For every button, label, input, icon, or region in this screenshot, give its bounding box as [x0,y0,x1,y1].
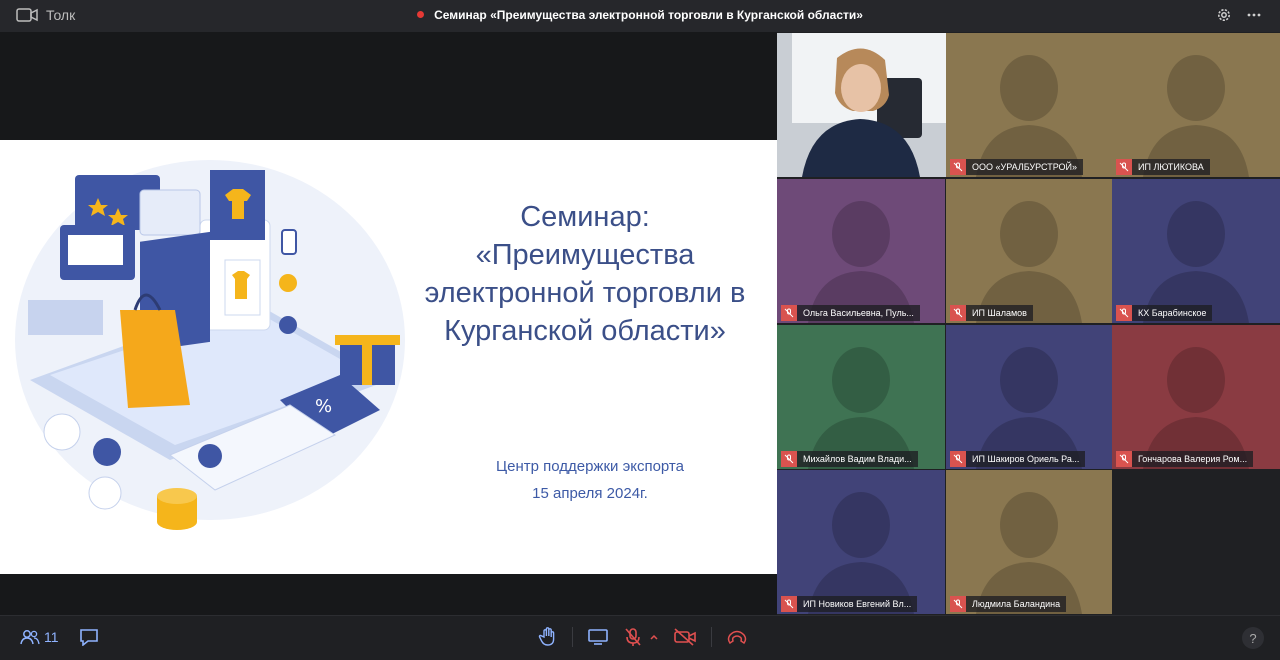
more-options-icon[interactable] [1246,7,1262,23]
chat-icon[interactable] [79,628,99,646]
participant-tile[interactable]: Ольга Васильевна, Пуль... [777,179,945,323]
camera-off-icon[interactable] [673,628,697,646]
bottom-control-bar: 11 ? [0,615,1280,660]
mic-muted-icon [781,451,797,467]
participant-name: ИП Шакиров Ориель Ра... [972,454,1080,464]
slide-title-line: электронной торговли в [424,277,746,309]
participant-name-tag: ИП Новиков Евгений Вл... [781,596,918,612]
mic-muted-icon [950,159,966,175]
avatar-silhouette-icon [976,55,1082,177]
help-label: ? [1249,630,1257,646]
participant-name-tag: Людмила Баландина [950,596,1067,612]
screen-share-stage: % Семинар: «Преимущества электронной тор… [0,32,777,615]
help-button[interactable]: ? [1242,627,1264,649]
title-bar: Толк Семинар «Преимущества электронной т… [0,0,1280,32]
participant-tile[interactable]: ИП Шаламов [946,179,1112,323]
svg-text:%: % [315,396,332,417]
participant-name: ИП Шаламов [972,308,1027,318]
mic-muted-icon [1116,451,1132,467]
avatar-silhouette-icon [1143,55,1249,177]
meeting-title: Семинар «Преимущества электронной торгов… [434,8,863,22]
participant-name-tag: КХ Барабинское [1116,305,1213,321]
avatar-silhouette-icon [976,492,1082,614]
participant-name: Ольга Васильевна, Пуль... [803,308,914,318]
mic-muted-icon [950,305,966,321]
divider [572,627,573,647]
participant-tile[interactable]: ИП Шакиров Ориель Ра... [946,325,1112,469]
participant-tile[interactable]: Михайлов Вадим Влади... [777,325,945,469]
meeting-title-wrap: Семинар «Преимущества электронной торгов… [0,8,1280,22]
chevron-up-icon[interactable] [649,632,659,642]
participant-name: Людмила Баландина [972,599,1061,609]
recording-indicator-icon [417,11,425,18]
participant-name: Гончарова Валерия Ром... [1138,454,1248,464]
participant-name: ИП ЛЮТИКОВА [1138,162,1204,172]
avatar-silhouette-icon [808,347,914,469]
mic-muted-icon [1116,305,1132,321]
mic-muted-icon [950,451,966,467]
avatar-silhouette-icon [1143,347,1249,469]
slide-subtitle-line: 15 апреля 2024г. [532,485,648,502]
slide-title-line: «Преимущества [475,239,695,271]
camera-video-feed [777,33,947,177]
screen-share-icon[interactable] [587,628,609,646]
divider [711,627,712,647]
settings-gear-icon[interactable] [1216,7,1232,23]
avatar-silhouette-icon [1143,201,1249,323]
ecommerce-illustration: % [15,160,405,530]
participants-count: 11 [44,629,59,645]
slide-title-line: Семинар: [520,201,650,233]
microphone-muted-icon[interactable] [623,627,643,647]
participant-name-tag: Гончарова Валерия Ром... [1116,451,1254,467]
mic-muted-icon [781,305,797,321]
slide-title: Семинар: «Преимущества электронной торго… [385,198,785,350]
participant-name-tag: ИП ЛЮТИКОВА [1116,159,1210,175]
participant-tile[interactable]: Гончарова Валерия Ром... [1112,325,1280,469]
mic-muted-icon [1116,159,1132,175]
participant-name: ИП Новиков Евгений Вл... [803,599,912,609]
participant-name-tag: ООО «УРАЛБУРСТРОЙ» [950,159,1084,175]
participant-tile[interactable]: Людмила Баландина [946,470,1112,614]
participant-tile[interactable]: КХ Барабинское [1112,179,1280,323]
slide-subtitle: Центр поддержки экспорта 15 апреля 2024г… [430,453,750,507]
participant-name: Михайлов Вадим Влади... [803,454,912,464]
mic-muted-icon [781,596,797,612]
participant-name-tag: Ольга Васильевна, Пуль... [781,305,920,321]
raise-hand-icon[interactable] [538,627,558,647]
avatar-silhouette-icon [976,347,1082,469]
participant-tile-active-video[interactable] [777,33,947,177]
participant-name: ООО «УРАЛБУРСТРОЙ» [972,162,1078,172]
avatar-silhouette-icon [808,492,914,614]
slide-subtitle-line: Центр поддержки экспорта [496,458,684,475]
people-icon [20,630,40,645]
participant-name-tag: ИП Шакиров Ориель Ра... [950,451,1086,467]
participant-tile[interactable]: ООО «УРАЛБУРСТРОЙ» [946,33,1112,177]
presentation-slide: % Семинар: «Преимущества электронной тор… [0,140,777,574]
avatar-silhouette-icon [976,201,1082,323]
participant-name: КХ Барабинское [1138,308,1207,318]
avatar-silhouette-icon [808,201,914,323]
participant-tile[interactable]: ИП Новиков Евгений Вл... [777,470,945,614]
participant-tile[interactable]: ИП ЛЮТИКОВА [1112,33,1280,177]
slide-title-line: Курганской области» [444,315,726,347]
leave-call-icon[interactable] [726,627,748,647]
participant-name-tag: Михайлов Вадим Влади... [781,451,918,467]
participant-name-tag: ИП Шаламов [950,305,1033,321]
participants-button[interactable]: 11 [20,629,59,645]
mic-muted-icon [950,596,966,612]
